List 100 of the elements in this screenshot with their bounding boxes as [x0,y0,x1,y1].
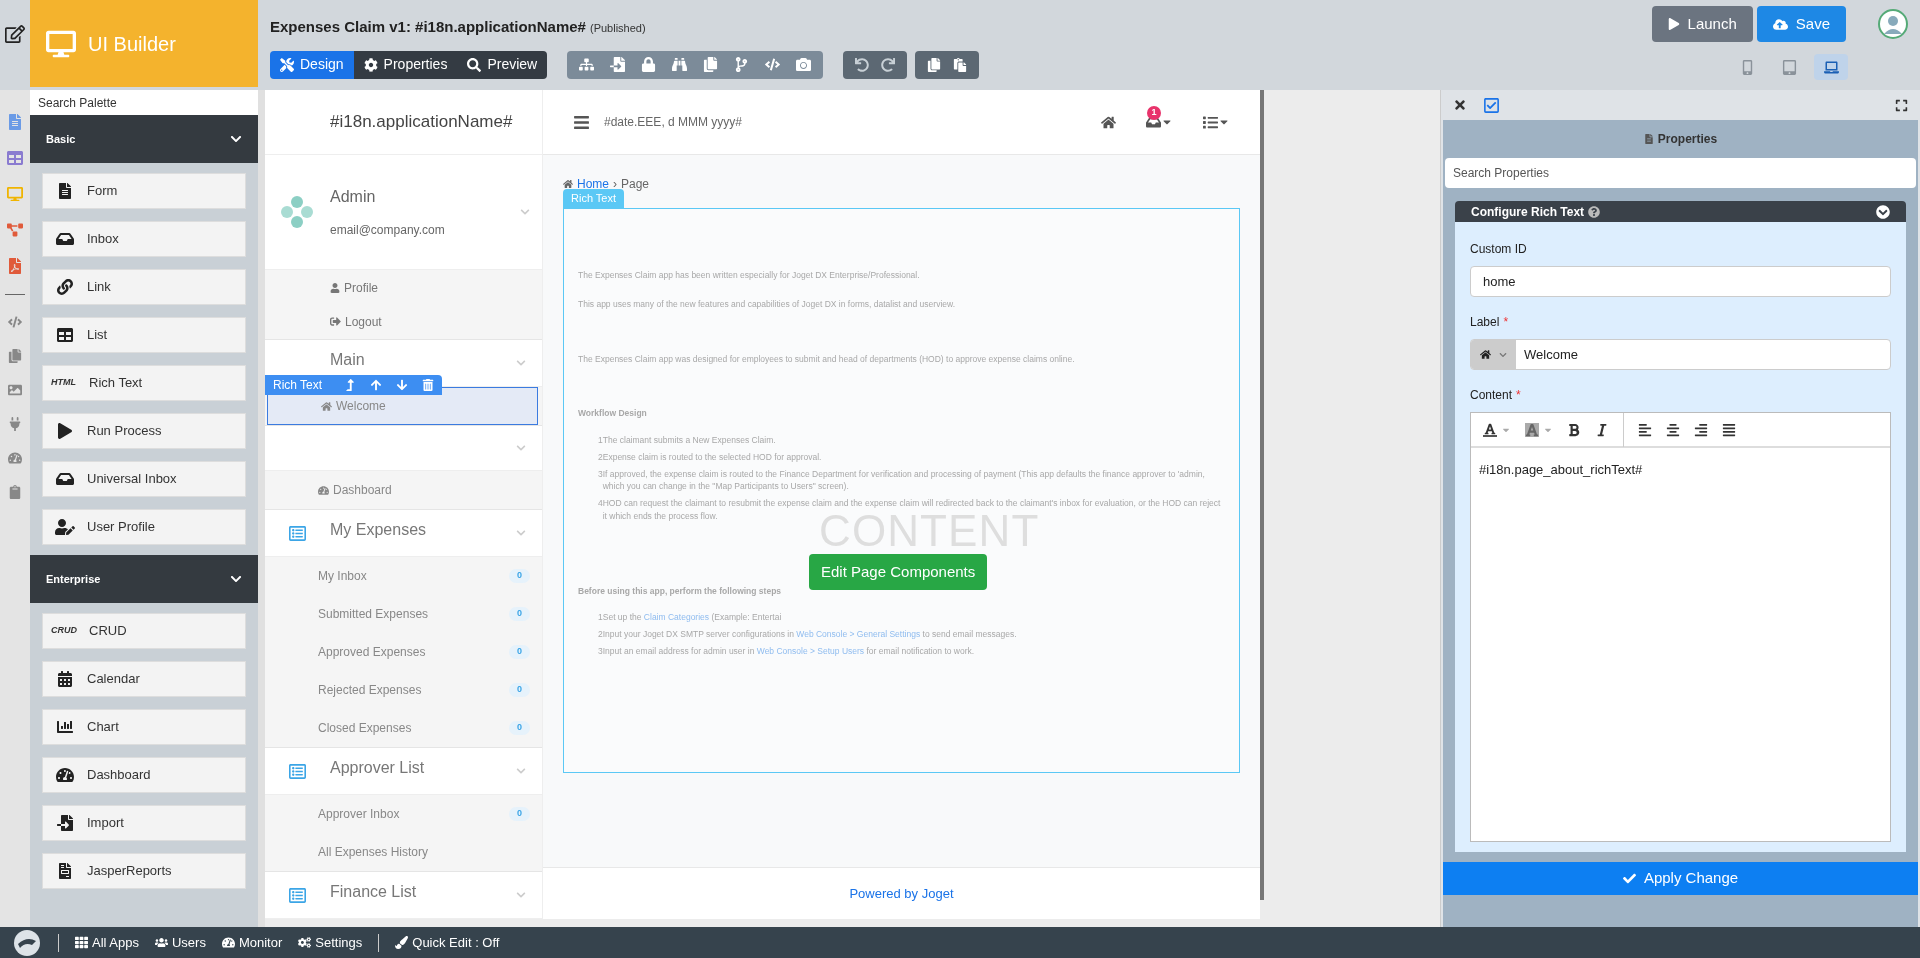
icon-picker[interactable] [1471,340,1516,369]
step-text: HOD can request the claimant to resubmit the expense claim and the expense claim will redirected back to the claimant's inbox for evaluation, or the HOD can reject it which ends the process flow. [602,497,1222,521]
palette-item[interactable]: List [42,317,246,353]
resize-handle[interactable] [258,90,265,927]
gauge-icon [318,484,329,496]
arrow-down-icon[interactable] [396,379,409,391]
palette-item[interactable]: Run Process [42,413,246,449]
action-button[interactable]: Save [1756,6,1846,42]
help-icon[interactable] [1588,205,1601,218]
text-field[interactable]: home [1470,266,1891,297]
field-label: Label [1470,314,1500,331]
table-icon[interactable] [7,150,23,166]
align-left-icon[interactable] [1638,422,1652,437]
palette-item[interactable]: Calendar [42,661,246,697]
palette-item[interactable]: Form [42,173,246,209]
align-center-icon[interactable] [1666,422,1680,437]
tool-icon[interactable] [765,57,781,72]
paragraph: The Expenses Claim app was designed for employees to submit and head of departments (HOD) to approve expense claims online. [578,352,1076,366]
palette-item[interactable]: Dashboard [42,757,246,793]
mode-tab[interactable]: Design [270,50,354,79]
item-label: Inbox [87,230,119,249]
mode-tab[interactable]: Preview [457,50,548,79]
field-label: Custom ID [1470,241,1527,258]
laptop-icon [1823,59,1839,75]
justify-icon[interactable] [1722,422,1736,437]
align-right-icon[interactable] [1694,422,1708,437]
apply-button[interactable]: Apply Change [1443,862,1918,895]
undo-icon[interactable] [855,57,870,72]
paste-icon[interactable] [953,57,968,72]
search-field[interactable]: Search Palette [30,90,258,115]
palette-item[interactable]: Link [42,269,246,305]
status-link[interactable]: Users [155,932,206,953]
profile-link[interactable]: Logout [330,312,542,331]
clipboard-icon[interactable] [8,485,22,499]
status-link[interactable]: Monitor [221,932,283,953]
checkbox-icon[interactable] [1483,96,1500,114]
list-menu-button[interactable] [1203,114,1230,130]
tool-icon[interactable] [672,57,688,72]
palette-item[interactable]: Inbox [42,221,246,257]
tool-icon[interactable] [703,57,719,72]
move-up-icon[interactable] [344,379,357,391]
step-number: 1 [598,611,603,624]
palette-item[interactable]: CRUD CRUD [42,613,246,649]
home-icon[interactable] [1101,114,1116,130]
image-icon[interactable] [8,383,22,397]
footer-link[interactable]: Powered by Joget [849,883,954,904]
panel-title: Properties [1657,131,1718,148]
edit-icon[interactable] [5,24,25,44]
app-name: Expenses Claim v1: #i18n.applicationName# [270,17,586,37]
palette-item[interactable]: Universal Inbox [42,461,246,497]
mode-tab[interactable]: Properties [353,50,458,79]
item-label: Import [87,814,124,833]
rich-text-editor[interactable]: #i18n.page_about_richText# [1470,412,1891,842]
item-tag: HTML [51,376,77,390]
tool-icon[interactable] [610,57,626,72]
highlight-icon[interactable] [1525,422,1553,437]
plug-icon[interactable] [8,417,22,431]
item-label: Rejected Expenses [318,682,423,699]
step-text: Input an email address for admin user in Web Console > Setup Users for email notification to work. [602,644,975,658]
status-link[interactable]: All Apps [75,932,139,953]
profile-link[interactable]: Profile [330,278,542,297]
palette-item[interactable]: Chart [42,709,246,745]
redo-icon[interactable] [881,57,896,72]
tool-icon[interactable] [641,57,657,72]
fullscreen-icon[interactable] [1895,98,1908,112]
gauge-icon [55,767,75,783]
palette-item[interactable]: HTML Rich Text [42,365,246,401]
text-field[interactable]: Welcome [1470,339,1891,370]
close-icon[interactable] [1453,98,1467,112]
group-header[interactable]: Enterprise [30,555,258,603]
palette-item[interactable]: Import [42,805,246,841]
home-icon [563,179,573,189]
palette-item[interactable]: User Profile [42,509,246,545]
palette-item[interactable]: JasperReports [42,853,246,889]
status-link[interactable]: Settings [298,932,363,953]
device-button[interactable] [1814,54,1848,80]
document-icon[interactable] [7,114,23,130]
search-field[interactable]: Search Properties [1445,158,1916,188]
variable-icon[interactable] [8,315,22,329]
delete-icon[interactable] [422,379,435,391]
arrow-up-icon[interactable] [370,379,383,391]
gauge-icon[interactable] [8,451,22,465]
bold-icon[interactable] [1567,422,1581,437]
copy-icon[interactable] [927,57,942,72]
diagram-icon[interactable] [7,222,23,238]
group-header[interactable]: Basic [30,115,258,163]
quick-edit-link[interactable]: Quick Edit : Off [395,932,500,953]
tool-icon[interactable] [796,57,812,72]
chevron-icon [516,358,526,368]
action-button[interactable]: Launch [1651,6,1753,42]
tool-icon[interactable] [734,57,750,72]
tool-icon[interactable] [579,57,595,72]
font-color-icon[interactable] [1483,422,1511,437]
section-header[interactable]: Configure Rich Text [1455,201,1906,222]
menu-icon[interactable] [573,113,590,131]
italic-icon[interactable] [1595,422,1609,437]
avatar[interactable] [1878,9,1908,39]
pdf-icon[interactable] [7,258,23,274]
logo-icon[interactable] [12,928,42,957]
copy-icon[interactable] [8,349,22,363]
